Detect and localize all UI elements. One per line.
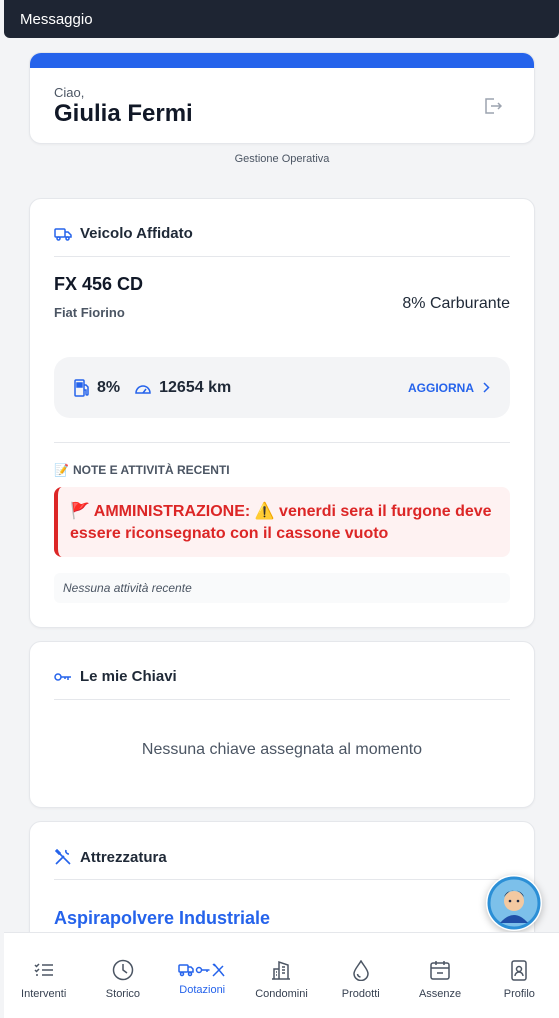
logout-icon[interactable] — [484, 98, 502, 114]
flag-icon: 🚩 — [70, 503, 90, 520]
nav-item-assenze[interactable]: Assenze — [400, 933, 479, 1018]
tools-title-label: Attrezzatura — [80, 848, 167, 866]
top-bar: Messaggio — [4, 0, 559, 38]
nav-item-interventi[interactable]: Interventi — [4, 933, 83, 1018]
equipment-icon — [178, 963, 225, 977]
tool-item-link[interactable]: Aspirapolvere Industriale — [54, 908, 270, 929]
nav-item-storico[interactable]: Storico — [83, 933, 162, 1018]
keys-card: Le mie Chiavi Nessuna chiave assegnata a… — [29, 641, 535, 808]
key-icon — [54, 672, 71, 681]
chevron-right-icon — [483, 382, 490, 393]
vehicle-card: Veicolo Affidato FX 456 CD Fiat Fiorino … — [29, 198, 535, 628]
divider — [54, 699, 510, 700]
nav-label: Assenze — [418, 988, 462, 1000]
list-icon — [34, 963, 53, 976]
clock-icon — [112, 959, 134, 981]
update-button[interactable]: AGGIORNA — [408, 381, 490, 395]
divider — [54, 442, 510, 443]
keys-empty-message: Nessuna chiave assegnata al momento — [141, 741, 423, 758]
nav-item-condomini[interactable]: Condomini — [242, 933, 321, 1018]
user-name: Giulia Fermi — [54, 100, 193, 127]
keys-title-label: Le mie Chiavi — [80, 668, 177, 685]
divider — [54, 879, 510, 880]
tools-icon — [54, 848, 71, 865]
memo-icon: 📝 — [54, 463, 69, 477]
assistant-avatar-button[interactable] — [486, 875, 542, 931]
nav-item-profilo[interactable]: Profilo — [480, 933, 559, 1018]
nav-label: Condomini — [255, 988, 308, 1000]
calendar-icon — [430, 961, 450, 980]
fuel-percent: 8% — [97, 378, 121, 396]
truck-icon — [54, 227, 72, 241]
admin-alert: 🚩 AMMINISTRAZIONE: ⚠️ venerdi sera il fu… — [54, 487, 510, 557]
notes-heading: 📝 NOTE E ATTIVITÀ RECENTI — [54, 463, 230, 477]
fuel-level-label: 8% Carburante — [402, 295, 510, 312]
nav-label: Profilo — [503, 988, 535, 1000]
assistant-avatar-icon — [487, 876, 541, 930]
greeting-accent-band — [30, 53, 534, 68]
alert-prefix: AMMINISTRAZIONE: — [93, 503, 251, 520]
page-subtitle: Gestione Operativa — [234, 153, 330, 165]
km-stat: 12654 km — [134, 379, 231, 397]
nav-label: Prodotti — [341, 988, 380, 1000]
nav-label: Dotazioni — [179, 984, 226, 996]
nav-item-dotazioni[interactable]: Dotazioni — [163, 933, 242, 1018]
vehicle-model: Fiat Fiorino — [54, 305, 125, 320]
divider — [54, 256, 510, 257]
greeting-card: Ciao, Giulia Fermi — [29, 52, 535, 144]
nav-label: Interventi — [21, 988, 67, 1000]
greeting-text: Ciao, — [54, 85, 85, 100]
km-value: 12654 km — [159, 378, 232, 396]
no-activity-message: Nessuna attività recente — [54, 573, 510, 603]
badge-icon — [511, 959, 528, 981]
vehicle-card-title: Veicolo Affidato — [54, 225, 193, 242]
vehicle-title-label: Veicolo Affidato — [80, 225, 193, 242]
nav-label: Storico — [105, 988, 141, 1000]
speedometer-icon — [135, 384, 151, 394]
notes-heading-label: NOTE E ATTIVITÀ RECENTI — [72, 463, 230, 477]
keys-card-title: Le mie Chiavi — [54, 668, 177, 685]
fuel-stat: 8% — [74, 379, 120, 397]
tools-card-title: Attrezzatura — [54, 848, 167, 866]
nav-item-prodotti[interactable]: Prodotti — [321, 933, 400, 1018]
bottom-nav: Interventi Storico Dotazioni Condomini P… — [4, 932, 559, 1018]
warning-icon: ⚠️ — [254, 503, 275, 520]
drop-icon — [353, 959, 369, 981]
vehicle-plate: FX 456 CD — [54, 274, 144, 294]
update-button-label: AGGIORNA — [408, 380, 474, 395]
vehicle-stats-panel: 8% 12654 km AGGIORNA — [54, 357, 510, 418]
building-icon — [272, 960, 291, 980]
fuel-pump-icon — [74, 378, 89, 397]
top-bar-title: Messaggio — [20, 11, 93, 28]
